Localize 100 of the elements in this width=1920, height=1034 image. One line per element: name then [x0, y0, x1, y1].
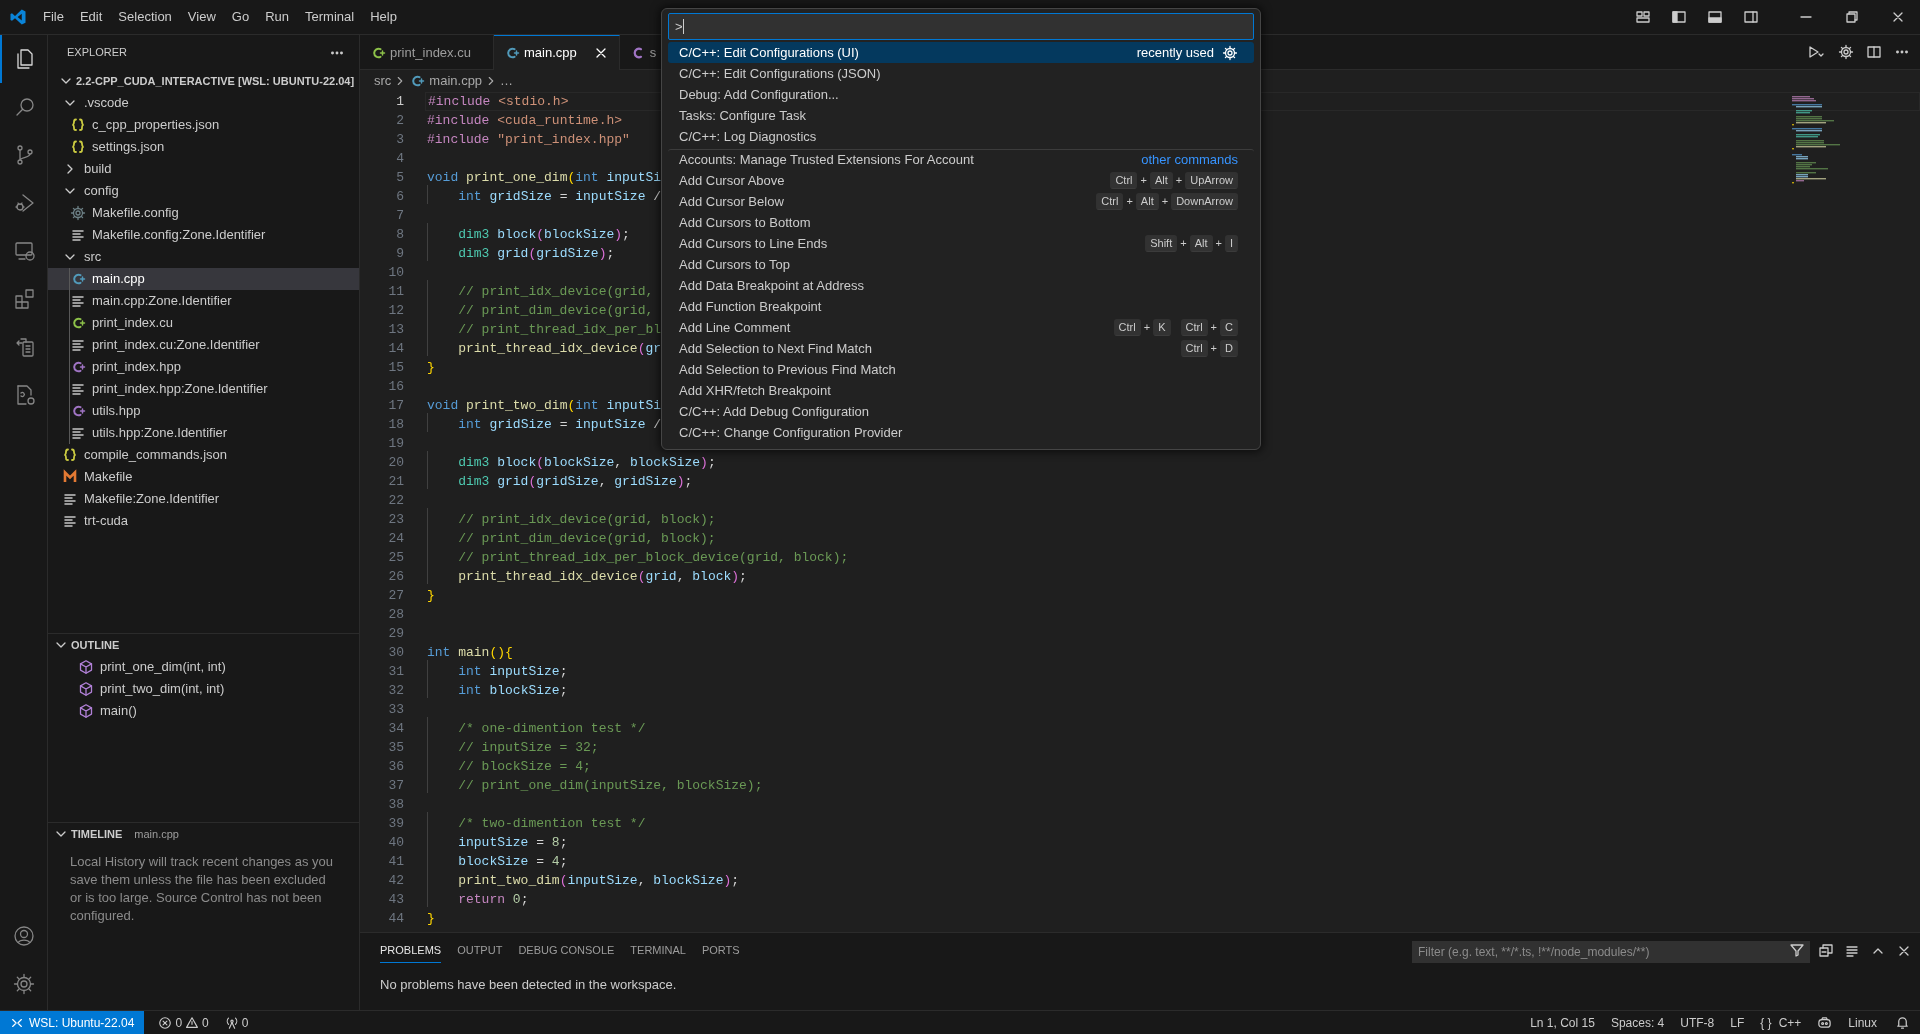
tree-item[interactable]: print_index.cu:Zone.Identifier [48, 334, 359, 356]
menu-item[interactable]: Terminal [297, 3, 363, 31]
code-line: int gridSize = inputSize / [427, 186, 662, 207]
line-ending-setting[interactable]: LF [1722, 1013, 1753, 1032]
tree-item[interactable]: Makefile [48, 466, 359, 488]
command-item[interactable]: Add Data Breakpoint at Address [668, 275, 1254, 296]
editor-tab[interactable]: main.cpp [493, 35, 620, 70]
command-item[interactable]: Add Cursor Below Ctrl + Alt + DownArrow [668, 191, 1254, 212]
command-item[interactable]: Add Function Breakpoint [668, 296, 1254, 317]
menu-item[interactable]: Edit [71, 3, 111, 31]
tree-item[interactable]: settings.json [48, 136, 359, 158]
panel-tab[interactable]: PORTS [701, 937, 740, 964]
braces-icon [62, 447, 78, 463]
problems-indicator[interactable]: 0 0 [158, 1013, 209, 1032]
cursor-position[interactable]: Ln 1, Col 15 [1522, 1013, 1603, 1032]
breadcrumb-item[interactable]: main.cpp [407, 71, 485, 91]
command-input[interactable]: > [668, 13, 1254, 40]
tree-item[interactable]: c_cpp_properties.json [48, 114, 359, 136]
command-item[interactable]: Debug: Add Configuration... [668, 84, 1254, 105]
outline-item[interactable]: print_one_dim(int, int) [48, 656, 359, 678]
menu-item[interactable]: View [179, 3, 224, 31]
menu-item[interactable]: Selection [110, 3, 180, 31]
command-item[interactable]: Add Cursors to Top [668, 254, 1254, 275]
tree-item[interactable]: .vscode [48, 92, 359, 114]
command-item[interactable]: Add Selection to Previous Find Match [668, 359, 1254, 380]
run-icon[interactable] [1806, 44, 1826, 60]
tree-item[interactable]: print_index.cu [48, 312, 359, 334]
menu-item[interactable]: File [35, 3, 72, 31]
text-lines-icon [70, 425, 86, 441]
sidebar-toggle-icon[interactable] [1671, 9, 1687, 25]
menu-item[interactable]: Run [257, 3, 297, 31]
command-item[interactable]: Add Cursors to Line Ends Shift + Alt + I [668, 233, 1254, 254]
command-item[interactable]: C/C++: Log Diagnostics [668, 126, 1254, 147]
filter-icon[interactable] [1789, 941, 1805, 958]
account-icon[interactable] [11, 924, 36, 948]
language-mode[interactable]: C++ [1778, 1013, 1802, 1032]
settings-icon[interactable] [11, 972, 36, 996]
tree-item[interactable]: main.cpp:Zone.Identifier [48, 290, 359, 312]
panel-tab[interactable]: DEBUG CONSOLE [518, 937, 615, 964]
platform-indicator[interactable]: Linux [1840, 1013, 1885, 1032]
menu-item[interactable]: Help [362, 3, 405, 31]
extensions-icon[interactable] [12, 287, 37, 311]
line-number: 4 [395, 149, 404, 168]
command-item[interactable]: Add XHR/fetch Breakpoint [668, 380, 1254, 401]
editor-tab[interactable]: print_index.cu [360, 35, 494, 70]
command-item[interactable]: C/C++: Edit Configurations (UI) recently used [668, 42, 1254, 63]
layout-icon[interactable] [1635, 9, 1651, 25]
tree-item[interactable]: utils.hpp:Zone.Identifier [48, 422, 359, 444]
line-number: 39 [387, 814, 404, 833]
editor-tab[interactable]: s [619, 35, 657, 70]
remote-indicator[interactable]: WSL: Ubuntu-22.04 [0, 1011, 145, 1034]
command-item[interactable]: Add Cursor Above Ctrl + Alt + UpArrow [668, 170, 1254, 191]
line-number: 18 [387, 415, 404, 434]
split-editor-icon[interactable] [1866, 44, 1882, 60]
monitor-icon[interactable] [12, 239, 37, 263]
command-item[interactable]: C/C++: Edit Configurations (JSON) [668, 63, 1254, 84]
minimap-drawing[interactable] [1792, 96, 1842, 184]
tree-item[interactable]: config [48, 180, 359, 202]
ports-indicator[interactable]: 0 [224, 1013, 249, 1032]
robot-icon[interactable] [1817, 1015, 1833, 1030]
panel-tab[interactable]: PROBLEMS [380, 937, 442, 964]
command-item[interactable]: C/C++: Change Configuration Provider [668, 422, 1254, 443]
bell-icon[interactable] [1895, 1015, 1910, 1030]
tree-item[interactable]: src [48, 246, 359, 268]
tree-item[interactable]: utils.hpp [48, 400, 359, 422]
command-item[interactable]: Tasks: Configure Task [668, 105, 1254, 126]
tree-item[interactable]: Makefile:Zone.Identifier [48, 488, 359, 510]
filter-field[interactable]: Filter (e.g. text, **/*.ts, !**/node_modules/**) [1412, 940, 1810, 963]
tree-item[interactable]: main.cpp [48, 268, 359, 290]
command-item[interactable]: Add Selection to Next Find Match Ctrl + D [668, 338, 1254, 359]
outline-item[interactable]: print_two_dim(int, int) [48, 678, 359, 700]
gear-icon[interactable] [1838, 44, 1854, 60]
tree-item[interactable]: print_index.hpp [48, 356, 359, 378]
collapse-all-icon[interactable] [1818, 942, 1834, 959]
breadcrumb-item[interactable]: … [498, 71, 516, 91]
tree-item[interactable]: Makefile.config:Zone.Identifier [48, 224, 359, 246]
command-item[interactable]: Add Cursors to Bottom [668, 212, 1254, 233]
command-item[interactable]: C/C++: Add Debug Configuration [668, 401, 1254, 422]
outline-item[interactable]: main() [48, 700, 359, 722]
tree-item[interactable]: build [48, 158, 359, 180]
tree-item[interactable]: compile_commands.json [48, 444, 359, 466]
section-header[interactable]: TIMELINE [71, 825, 123, 843]
menu-item[interactable]: Go [223, 3, 258, 31]
indentation-setting[interactable]: Spaces: 4 [1602, 1013, 1673, 1032]
panel-tab[interactable]: OUTPUT [457, 937, 503, 964]
panel-toggle-icon[interactable] [1707, 9, 1723, 25]
folder-header[interactable]: 2.2-CPP_CUDA_INTERACTIVE [WSL: UBUNTU-22.04] [48, 70, 359, 92]
command-item[interactable]: Accounts: Manage Trusted Extensions For Account other commands [668, 149, 1254, 170]
split-layout-icon[interactable] [1743, 9, 1759, 25]
tree-item[interactable]: print_index.hpp:Zone.Identifier [48, 378, 359, 400]
restore-icon[interactable] [1844, 9, 1860, 25]
braces-icon [70, 117, 86, 133]
tree-item[interactable]: trt-cuda [48, 510, 359, 532]
panel-tab[interactable]: TERMINAL [630, 937, 686, 964]
section-header[interactable]: OUTLINE [48, 634, 359, 656]
line-number: 40 [387, 833, 404, 852]
breadcrumb-item[interactable]: src [372, 71, 394, 91]
tree-item[interactable]: Makefile.config [48, 202, 359, 224]
command-item[interactable]: Add Line Comment Ctrl + K Ctrl + C [668, 317, 1254, 338]
encoding-setting[interactable]: UTF-8 [1672, 1013, 1723, 1032]
